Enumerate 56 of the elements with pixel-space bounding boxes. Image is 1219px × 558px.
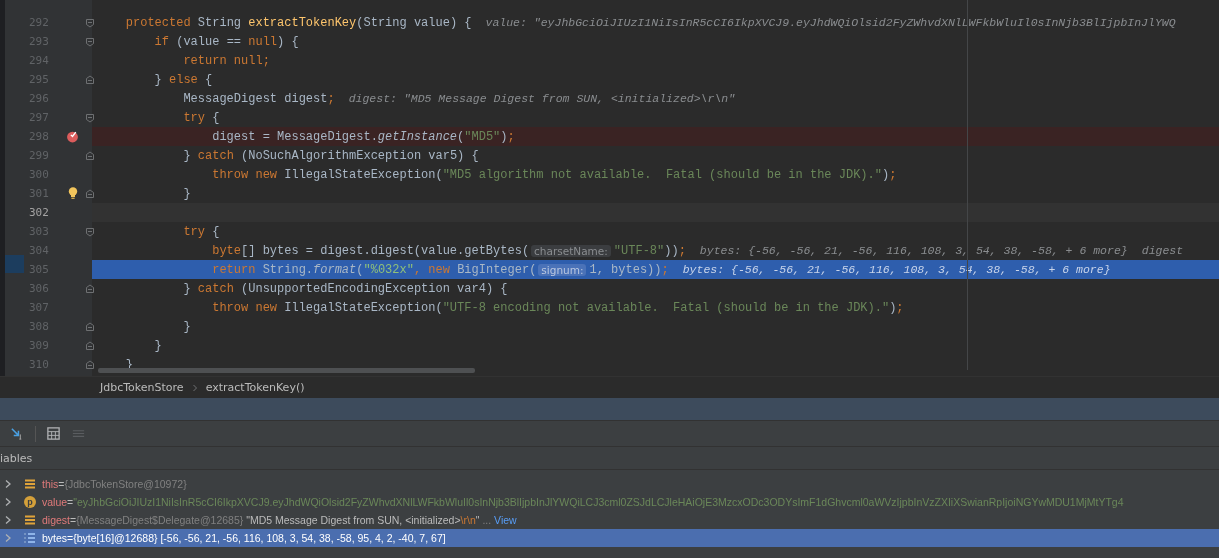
variable-text: value="eyJhbGciOiJIUzI1NiIsInR5cCI6IkpXVCJ9.eyJhdWQiOlsid2FyZWhvdXNlLWFkbWluIl0sInNjb3BlIjpbInJlYWQiLCJ3cml0ZSJdLCJleHAiOjE3MzcxODc3ODYsImF1dGhvcml0aWVzIjpbInVzZXIiXSwianRpIjoiNGYwMDU1MjMtYTg4 (42, 496, 1124, 508)
fold-icon[interactable] (85, 36, 95, 47)
array-icon (24, 532, 36, 544)
code-text: 1, bytes)); (589, 262, 669, 277)
code-text: return String.format("%032x", new BigInteger( (211, 262, 537, 277)
code-text: } catch (UnsupportedEncodingException var4) { (182, 281, 508, 296)
horizontal-scrollbar[interactable] (98, 368, 475, 373)
code-text: } (182, 319, 191, 334)
field-icon (24, 478, 36, 490)
fold-icon[interactable] (85, 359, 95, 370)
inline-value-hint: digest: "MD5 Message Digest from SUN, <initialized>\r\n" (348, 92, 736, 105)
fold-icon[interactable] (85, 340, 95, 351)
code-text: if (value == null) { (153, 34, 299, 49)
fold-icon[interactable] (85, 321, 95, 332)
code-text: throw new IllegalStateException("MD5 algorithm not available. Fatal (should be in the JDK)."); (211, 167, 897, 182)
field-icon (24, 514, 36, 526)
code-text: try { (182, 224, 220, 239)
code-text: digest = MessageDigest.getInstance("MD5"); (211, 129, 515, 144)
fold-icon[interactable] (85, 283, 95, 294)
variable-text: this={JdbcTokenStore@10972} (42, 478, 187, 490)
code-text: } catch (NoSuchAlgorithmException var5) { (182, 148, 479, 163)
table-icon[interactable] (46, 426, 61, 441)
code-text: throw new IllegalStateException("UTF-8 encoding not available. Fatal (should be in the JDK)."); (211, 300, 904, 315)
fold-icon[interactable] (85, 150, 95, 161)
code-text: return null; (182, 53, 270, 68)
variable-text: digest={MessageDigest$Delegate@12685} "MD5 Message Digest from SUN, <initialized>\r\n" ... (42, 514, 493, 526)
breadcrumb[interactable]: JdbcTokenStore (100, 381, 184, 394)
selected-row[interactable]: bytes={byte[16]@12688} [-56, -56, 21, -56, 116, 108, 3, 54, 38, -58, 95, 4, 2, -40, 7, 67] (0, 529, 1219, 547)
parameter-hint: charsetName: (531, 244, 611, 257)
fold-icon[interactable] (85, 17, 95, 28)
inline-value-hint: bytes: {-56, -56, 21, -56, 116, 108, 3, 54, 38, -58, + 6 more} (699, 244, 1128, 257)
gutter-marker (5, 255, 24, 273)
fold-icon[interactable] (85, 112, 95, 123)
code-text: protected String extractTokenKey(String value) { (124, 15, 472, 30)
inline-value-hint: value: "eyJhbGciOiJIUzI1NiIsInR5cCI6IkpXVCJ9.eyJhdWQiOlsid2FyZWhvdXNlLWFkbWluIl0sInNjb3BlIjpbInJlYWQ (485, 16, 1176, 29)
code-text: "UTF-8")); (613, 243, 686, 258)
code-text: byte[] bytes = digest.digest(value.getBytes( (211, 243, 530, 258)
parameter-hint: signum: (538, 263, 587, 276)
variable-text: bytes={byte[16]@12688} [-56, -56, 21, -56, 116, 108, 3, 54, 38, -58, 95, 4, 2, -40, 7, 67] (42, 532, 446, 544)
line-number: 302 (29, 206, 50, 219)
breadcrumb[interactable]: extractTokenKey() (205, 381, 305, 394)
lightbulb-icon[interactable] (67, 187, 78, 200)
panel-title: iables (0, 451, 33, 465)
code-text: } else { (153, 72, 213, 87)
fold-icon[interactable] (85, 226, 95, 237)
code-text: try { (182, 110, 220, 125)
inline-value-hint: digest (1141, 244, 1184, 257)
fold-icon[interactable] (85, 188, 95, 199)
code-text: } (153, 338, 162, 353)
chevron-icon (191, 382, 198, 393)
fold-icon[interactable] (85, 74, 95, 85)
code-text: MessageDigest digest; (182, 91, 335, 106)
parameter-icon: p (24, 496, 36, 508)
view-link[interactable]: View (494, 514, 517, 526)
breakpoint-icon[interactable] (66, 130, 79, 143)
code-text: } (182, 186, 191, 201)
